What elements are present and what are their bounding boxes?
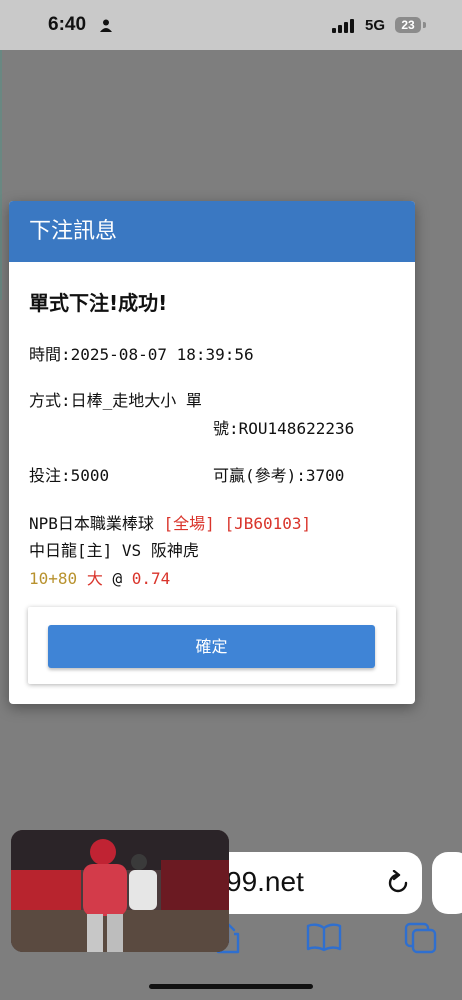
win-label: 可贏(參考): [213,466,306,485]
vs-label: VS [121,541,142,560]
signal-icon [332,19,354,33]
confirm-card: 確定 [28,607,396,684]
result-title: 單式下注!成功! [29,291,168,315]
ticket-label: 號: [213,419,239,438]
at-sign: @ [112,569,123,588]
stake-value: 5000 [70,466,110,485]
battery-tip [423,22,426,28]
right-pill[interactable] [432,852,462,914]
away-team: 阪神虎 [150,541,199,560]
bookmarks-icon[interactable] [306,922,342,952]
home-indicator [149,984,313,989]
match-code: [JB60103] [224,514,312,533]
stake-label: 投注: [29,466,71,485]
video-frame [11,830,229,952]
battery-icon: 23 [395,17,421,33]
period-tag: [全場] [163,514,215,533]
person-icon [100,19,112,32]
ticket-value: ROU148622236 [238,419,355,438]
pick-value: 大 [86,569,103,588]
pip-video[interactable] [11,830,229,952]
url-text[interactable]: 99.net [226,866,304,898]
home-team: 中日龍[主] [29,541,113,560]
time-label: 時間: [29,345,71,364]
win-value: 3700 [305,466,345,485]
league-row: NPB日本職業棒球 [全場] [JB60103] [29,510,311,534]
line-value: 10+80 [29,569,78,588]
stake-row: 投注:5000 [29,462,109,486]
bet-info-modal: 下注訊息 單式下注!成功! 時間:2025-08-07 18:39:56 方式:… [9,201,415,704]
method-row: 方式:日棒_走地大小 單 [29,387,202,411]
method-value: 日棒_走地大小 單 [70,391,202,410]
time-row: 時間:2025-08-07 18:39:56 [29,341,254,365]
teams-row: 中日龍[主] VS 阪神虎 [29,537,199,561]
ticket-row: 號:ROU148622236 [213,415,354,439]
win-row: 可贏(參考):3700 [213,462,344,486]
status-time: 6:40 [48,14,87,35]
modal-header: 下注訊息 [9,201,415,262]
network-label: 5G [365,17,386,34]
pick-row: 10+80 大 @ 0.74 [29,565,170,589]
status-bar: 6:40 5G 23 [0,0,462,50]
background-page [0,50,2,300]
league-name: NPB日本職業棒球 [29,514,154,533]
reload-icon[interactable] [386,870,410,896]
method-label: 方式: [29,391,71,410]
time-value: 2025-08-07 18:39:56 [70,345,254,364]
confirm-button[interactable]: 確定 [48,625,375,668]
odds-value: 0.74 [131,569,171,588]
tabs-icon[interactable] [404,922,438,954]
